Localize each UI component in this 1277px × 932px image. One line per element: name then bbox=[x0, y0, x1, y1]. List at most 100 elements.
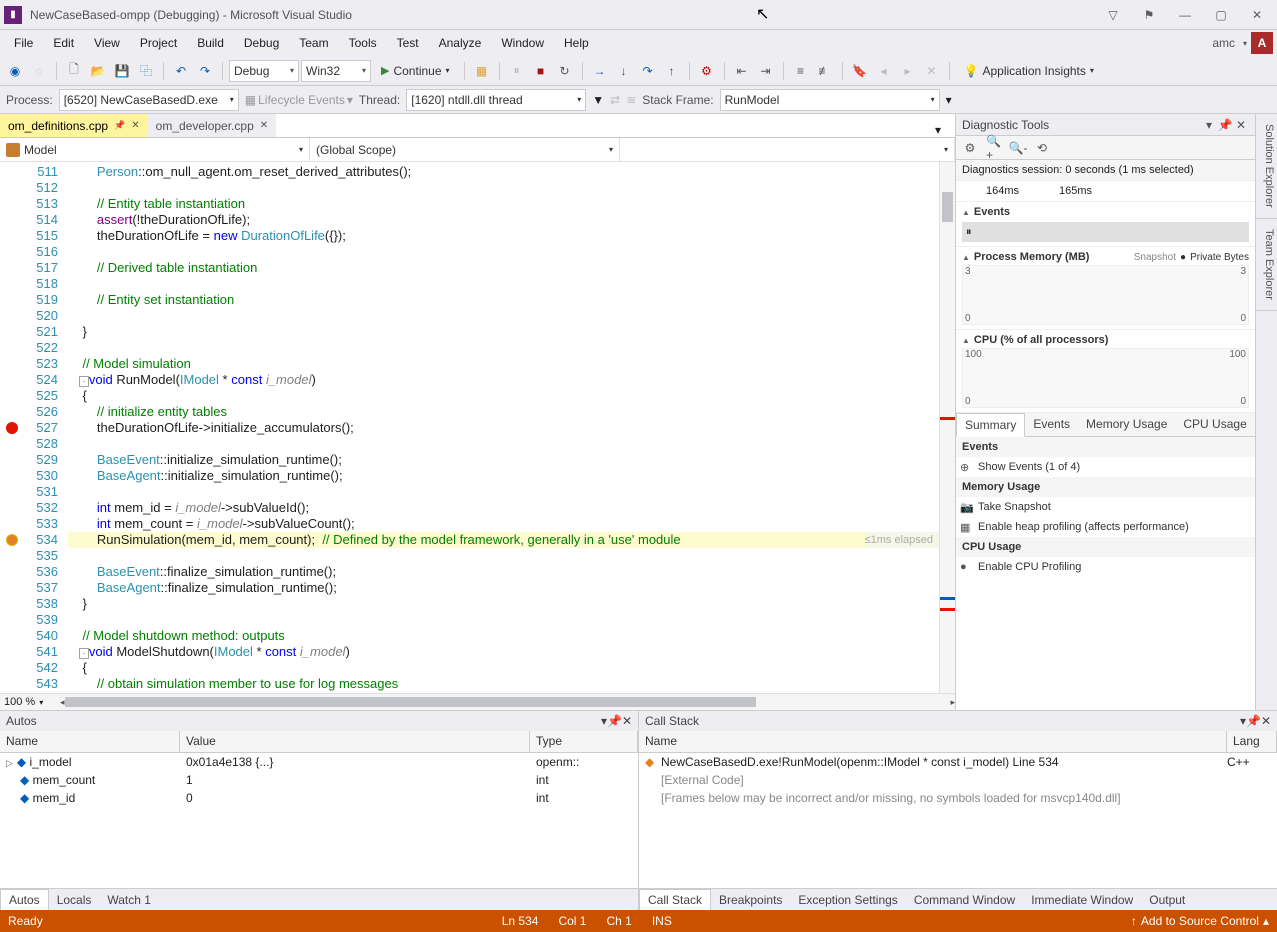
minimize-button[interactable]: — bbox=[1169, 4, 1201, 26]
col-value[interactable]: Value bbox=[180, 731, 530, 752]
scope-member[interactable] bbox=[620, 138, 955, 161]
user-name[interactable]: amc bbox=[1204, 34, 1243, 52]
tool-icon-1[interactable]: ▦ bbox=[471, 60, 493, 82]
editor-scrollbar-h[interactable] bbox=[65, 696, 951, 708]
callstack-tab-immediate-window[interactable]: Immediate Window bbox=[1023, 890, 1141, 910]
panel-dropdown-icon[interactable]: ▾ bbox=[1201, 118, 1217, 132]
diag-tab-summary[interactable]: Summary bbox=[956, 413, 1025, 437]
take-snapshot[interactable]: 📷Take Snapshot bbox=[956, 497, 1255, 517]
col-lang[interactable]: Lang bbox=[1227, 731, 1277, 752]
code-editor[interactable]: 5115125135145155165175185195205215225235… bbox=[0, 162, 955, 693]
menu-test[interactable]: Test bbox=[387, 32, 429, 54]
autos-row[interactable]: ◆ mem_id0int bbox=[0, 789, 638, 807]
doc-tab[interactable]: om_developer.cpp✕ bbox=[148, 114, 276, 137]
filter-threads-icon[interactable]: ▼ bbox=[592, 93, 604, 107]
cpu-profiling[interactable]: ●Enable CPU Profiling bbox=[956, 557, 1255, 577]
menu-view[interactable]: View bbox=[84, 32, 130, 54]
indent-right-icon[interactable]: ⇥ bbox=[755, 60, 777, 82]
user-avatar[interactable]: A bbox=[1251, 32, 1273, 54]
step-out-icon[interactable]: ↑ bbox=[661, 60, 683, 82]
menu-edit[interactable]: Edit bbox=[43, 32, 84, 54]
col-name[interactable]: Name bbox=[0, 731, 180, 752]
step-over-icon[interactable]: ↷ bbox=[637, 60, 659, 82]
menu-help[interactable]: Help bbox=[554, 32, 599, 54]
menu-team[interactable]: Team bbox=[289, 32, 338, 54]
team-explorer-tab[interactable]: Team Explorer bbox=[1256, 219, 1277, 311]
open-icon[interactable]: 📂 bbox=[87, 60, 109, 82]
close-tab-icon[interactable]: ✕ bbox=[260, 120, 268, 131]
callstack-tab-command-window[interactable]: Command Window bbox=[906, 890, 1023, 910]
panel-pin-icon[interactable]: 📌 bbox=[1246, 714, 1261, 728]
uncomment-icon[interactable]: ≢ bbox=[814, 60, 836, 82]
callstack-tab-call-stack[interactable]: Call Stack bbox=[639, 889, 711, 910]
settings-icon[interactable]: ⚙ bbox=[962, 140, 978, 156]
events-header[interactable]: ▲Events bbox=[962, 206, 1249, 218]
step-into-icon[interactable]: ↓ bbox=[613, 60, 635, 82]
stack-select[interactable]: RunModel bbox=[720, 89, 940, 111]
new-file-icon[interactable]: 🗋 bbox=[63, 60, 85, 82]
autos-row[interactable]: ◆ mem_count1int bbox=[0, 771, 638, 789]
menu-debug[interactable]: Debug bbox=[234, 32, 289, 54]
notifications-icon[interactable]: ⚑ bbox=[1133, 4, 1165, 26]
zoom-in-icon[interactable]: 🔍+ bbox=[986, 140, 1002, 156]
undo-icon[interactable]: ↶ bbox=[170, 60, 192, 82]
menu-window[interactable]: Window bbox=[491, 32, 554, 54]
config-select[interactable]: Debug bbox=[229, 60, 299, 82]
callstack-row[interactable]: ◆NewCaseBasedD.exe!RunModel(openm::IMode… bbox=[639, 753, 1277, 771]
editor-scrollbar-v[interactable] bbox=[939, 162, 955, 693]
doc-tab[interactable]: om_definitions.cpp📌✕ bbox=[0, 114, 148, 137]
stop-icon[interactable]: ■ bbox=[530, 60, 552, 82]
zoom-out-icon[interactable]: 🔍- bbox=[1010, 140, 1026, 156]
col-name[interactable]: Name bbox=[639, 731, 1227, 752]
maximize-button[interactable]: ▢ bbox=[1205, 4, 1237, 26]
panel-pin-icon[interactable]: 📌 bbox=[1217, 118, 1233, 132]
thread-select[interactable]: [1620] ntdll.dll thread bbox=[406, 89, 586, 111]
panel-pin-icon[interactable]: 📌 bbox=[607, 714, 622, 728]
heap-profiling[interactable]: ▦Enable heap profiling (affects performa… bbox=[956, 517, 1255, 537]
panel-close-icon[interactable]: ✕ bbox=[1233, 118, 1249, 132]
close-tab-icon[interactable]: ✕ bbox=[131, 120, 139, 131]
memory-header[interactable]: ▲Process Memory (MB) Snapshot ●Private B… bbox=[962, 251, 1249, 263]
callstack-tab-breakpoints[interactable]: Breakpoints bbox=[711, 890, 790, 910]
col-type[interactable]: Type bbox=[530, 731, 638, 752]
callstack-tab-exception-settings[interactable]: Exception Settings bbox=[790, 890, 905, 910]
zoom-level[interactable]: 100 % ▾ bbox=[0, 696, 60, 708]
cpu-header[interactable]: ▲CPU (% of all processors) bbox=[962, 334, 1249, 346]
scope-model[interactable]: Model bbox=[0, 138, 310, 161]
source-control[interactable]: ↑ Add to Source Control ▴ bbox=[1131, 914, 1269, 928]
autos-tab-watch-1[interactable]: Watch 1 bbox=[99, 890, 159, 910]
back-icon[interactable]: ◉ bbox=[4, 60, 26, 82]
indent-left-icon[interactable]: ⇤ bbox=[731, 60, 753, 82]
tool-icon-a[interactable]: ⚙ bbox=[696, 60, 718, 82]
app-insights[interactable]: 💡Application Insights ▾ bbox=[956, 62, 1102, 80]
callstack-row[interactable]: [External Code] bbox=[639, 771, 1277, 789]
menu-project[interactable]: Project bbox=[130, 32, 187, 54]
menu-file[interactable]: File bbox=[4, 32, 43, 54]
diag-tab-cpu-usage[interactable]: CPU Usage bbox=[1175, 413, 1254, 436]
autos-tab-locals[interactable]: Locals bbox=[49, 890, 100, 910]
callstack-row[interactable]: [Frames below may be incorrect and/or mi… bbox=[639, 789, 1277, 807]
filter-icon[interactable]: ▽ bbox=[1097, 4, 1129, 26]
show-events[interactable]: ⊕Show Events (1 of 4) bbox=[956, 457, 1255, 477]
menu-build[interactable]: Build bbox=[187, 32, 234, 54]
platform-select[interactable]: Win32 bbox=[301, 60, 371, 82]
save-icon[interactable]: 💾 bbox=[111, 60, 133, 82]
continue-button[interactable]: ▶Continue ▾ bbox=[373, 62, 458, 80]
reset-zoom-icon[interactable]: ⟲ bbox=[1034, 140, 1050, 156]
panel-close-icon[interactable]: ✕ bbox=[622, 714, 632, 728]
comment-icon[interactable]: ≡ bbox=[790, 60, 812, 82]
save-all-icon[interactable]: ⿻ bbox=[135, 60, 157, 82]
diag-tab-memory-usage[interactable]: Memory Usage bbox=[1078, 413, 1175, 436]
pause-events-icon[interactable]: ⏸ bbox=[966, 226, 972, 239]
menu-analyze[interactable]: Analyze bbox=[429, 32, 492, 54]
memory-chart[interactable]: 3 3 0 0 bbox=[962, 265, 1249, 325]
breakpoint-icon[interactable] bbox=[6, 422, 18, 434]
autos-tab-autos[interactable]: Autos bbox=[0, 889, 49, 910]
scope-global[interactable]: (Global Scope) bbox=[310, 138, 620, 161]
callstack-tab-output[interactable]: Output bbox=[1141, 890, 1193, 910]
solution-explorer-tab[interactable]: Solution Explorer bbox=[1256, 114, 1277, 219]
menu-tools[interactable]: Tools bbox=[339, 32, 387, 54]
overflow-icon[interactable]: ▾ bbox=[946, 93, 952, 107]
diag-tab-events[interactable]: Events bbox=[1025, 413, 1078, 436]
redo-icon[interactable]: ↷ bbox=[194, 60, 216, 82]
